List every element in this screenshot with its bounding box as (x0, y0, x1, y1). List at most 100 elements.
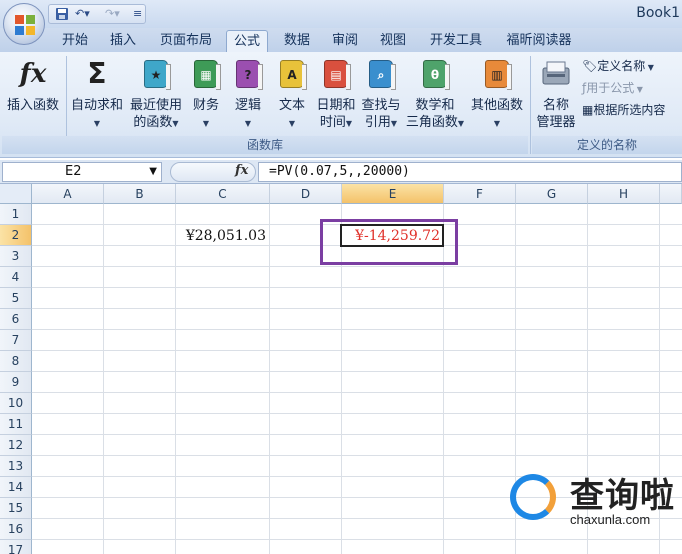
quick-access-toolbar: ↶▾ ↷▾ ≡ (48, 4, 146, 24)
date-time-button[interactable]: ▤ 日期和 时间▼ (314, 56, 358, 132)
row-header-11[interactable]: 11 (0, 414, 32, 435)
watermark-logo-icon (510, 474, 556, 520)
tab-developer[interactable]: 开发工具 (420, 30, 492, 52)
autosum-button[interactable]: Σ 自动求和 ▼ (68, 56, 126, 132)
recently-used-button[interactable]: ★ 最近使用 的函数▼ (128, 56, 184, 132)
row-header-2[interactable]: 2 (0, 225, 32, 246)
chevron-down-icon[interactable]: ▼ (149, 163, 157, 181)
tab-view[interactable]: 视图 (372, 30, 414, 52)
office-logo-icon (15, 15, 35, 35)
use-in-formula-button[interactable]: ƒ用于公式 ▼ (582, 80, 643, 98)
row-header-13[interactable]: 13 (0, 456, 32, 477)
tag-icon: 🏷 (582, 59, 598, 73)
grid-line (32, 434, 682, 435)
save-icon[interactable] (55, 7, 69, 22)
chevron-down-icon: ▼ (493, 119, 501, 128)
math-trig-button[interactable]: θ 数学和 三角函数▼ (404, 56, 466, 132)
column-header-h[interactable]: H (588, 184, 660, 204)
book-star-icon: ★ (144, 60, 171, 90)
grid-line (103, 204, 104, 554)
grid-line (32, 329, 682, 330)
ribbon-tabs: 开始 插入 页面布局 公式 数据 审阅 视图 开发工具 福昕阅读器 (0, 28, 682, 52)
chevron-down-icon: ▼ (244, 119, 252, 128)
formula-bar: E2 ▼ fx =PV(0.07,5,,20000) (0, 160, 682, 184)
tab-review[interactable]: 审阅 (324, 30, 366, 52)
annotation-highlight-box (320, 219, 458, 265)
row-header-9[interactable]: 9 (0, 372, 32, 393)
row-header-12[interactable]: 12 (0, 435, 32, 456)
column-header-a[interactable]: A (32, 184, 104, 204)
ribbon-separator (530, 56, 531, 154)
formula-input[interactable]: =PV(0.07,5,,20000) (258, 162, 682, 182)
title-bar: ↶▾ ↷▾ ≡ Book1 (0, 0, 682, 28)
window-title: Book1 (636, 5, 680, 21)
row-header-3[interactable]: 3 (0, 246, 32, 267)
name-box[interactable]: E2 ▼ (2, 162, 162, 182)
tab-insert[interactable]: 插入 (102, 30, 144, 52)
row-header-14[interactable]: 14 (0, 477, 32, 498)
defined-names-group-label: 定义的名称 (532, 136, 682, 154)
book-a-icon: A (280, 60, 307, 90)
tab-formulas[interactable]: 公式 (226, 30, 268, 52)
function-library-group-label: 函数库 (2, 136, 528, 154)
chevron-down-icon: ▼ (202, 119, 210, 128)
column-header-g[interactable]: G (516, 184, 588, 204)
financial-button[interactable]: ▦ 财务 ▼ (188, 56, 224, 132)
insert-function-button[interactable]: fx 插入函数 (4, 56, 62, 114)
create-from-selection-button[interactable]: ▦根据所选内容 (582, 102, 665, 118)
row-header-17[interactable]: 17 (0, 540, 32, 554)
row-header-6[interactable]: 6 (0, 309, 32, 330)
office-button[interactable] (3, 3, 45, 45)
watermark-text: 查询啦 (570, 476, 675, 516)
column-header-f[interactable]: F (444, 184, 516, 204)
chevron-down-icon: ▼ (288, 119, 296, 128)
lookup-reference-button[interactable]: ⌕ 查找与 引用▼ (360, 56, 402, 132)
column-header-c[interactable]: C (176, 184, 270, 204)
customize-qat-icon[interactable]: ≡ (133, 7, 142, 22)
chevron-down-icon: ▼ (634, 85, 643, 94)
watermark-url: chaxunla.com (570, 512, 651, 527)
row-header-15[interactable]: 15 (0, 498, 32, 519)
define-name-button[interactable]: 🏷定义名称 ▼ (582, 58, 654, 76)
column-header-d[interactable]: D (270, 184, 342, 204)
tab-page-layout[interactable]: 页面布局 (150, 30, 222, 52)
row-header-8[interactable]: 8 (0, 351, 32, 372)
cell-c2[interactable]: ¥28,051.03 (178, 226, 268, 247)
column-header-b[interactable]: B (104, 184, 176, 204)
row-header-7[interactable]: 7 (0, 330, 32, 351)
logical-button[interactable]: ? 逻辑 ▼ (230, 56, 266, 132)
grid-line (32, 308, 682, 309)
row-header-1[interactable]: 1 (0, 204, 32, 225)
book-question-icon: ? (236, 60, 263, 90)
grid-icon: ▦ (582, 103, 594, 117)
redo-icon[interactable]: ↷▾ (105, 7, 120, 22)
name-manager-button[interactable]: 名称 管理器 (534, 56, 578, 131)
book-theta-icon: θ (423, 60, 450, 90)
row-header-16[interactable]: 16 (0, 519, 32, 540)
row-header-4[interactable]: 4 (0, 267, 32, 288)
insert-function-fx-button[interactable]: fx (235, 163, 248, 178)
grid-line (269, 204, 270, 554)
tab-home[interactable]: 开始 (54, 30, 96, 52)
ribbon: fx 插入函数 Σ 自动求和 ▼ ★ 最近使用 的函数▼ ▦ 财务 ▼ ? 逻辑… (0, 52, 682, 158)
chevron-down-icon: ▼ (645, 63, 654, 72)
tab-data[interactable]: 数据 (276, 30, 318, 52)
row-header-5[interactable]: 5 (0, 288, 32, 309)
watermark: 查询啦 chaxunla.com (508, 466, 682, 538)
tab-foxit-reader[interactable]: 福昕阅读器 (497, 30, 581, 52)
column-header-e[interactable]: E (342, 184, 444, 204)
grid-line (32, 287, 682, 288)
column-header-partial[interactable] (660, 184, 682, 204)
book-search-icon: ⌕ (369, 60, 396, 90)
grid-line (175, 204, 176, 554)
text-button[interactable]: A 文本 ▼ (274, 56, 310, 132)
chevron-down-icon: ▼ (172, 119, 179, 128)
select-all-corner[interactable] (0, 184, 32, 204)
row-header-10[interactable]: 10 (0, 393, 32, 414)
grid-line (32, 350, 682, 351)
grid-line (32, 266, 682, 267)
grid-line (32, 392, 682, 393)
more-functions-button[interactable]: ▥ 其他函数 ▼ (468, 56, 526, 132)
undo-icon[interactable]: ↶▾ (75, 7, 90, 22)
book-more-icon: ▥ (485, 60, 512, 90)
